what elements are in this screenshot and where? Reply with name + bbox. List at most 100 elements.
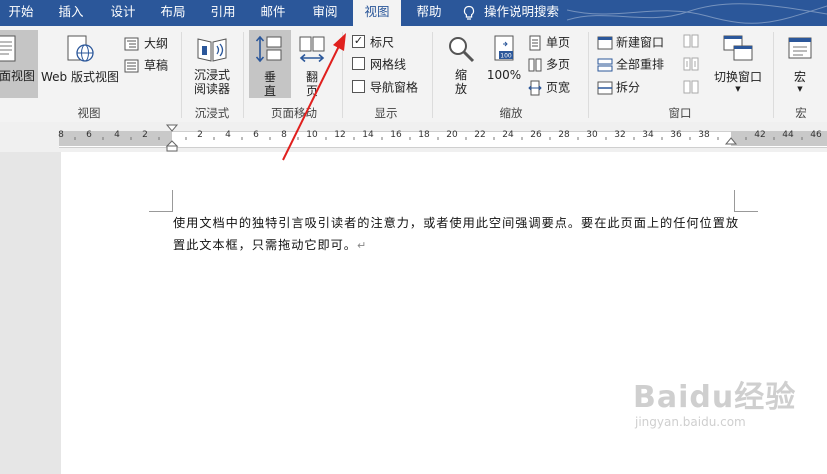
group-separator (432, 32, 433, 118)
ruler-check-icon: ✓ (352, 34, 365, 48)
document-paragraph[interactable]: 使用文档中的独特引言吸引读者的注意力，或者使用此空间强调要点。要在此页面上的任何… (173, 212, 739, 257)
ribbon-tab-bar: 开始 插入 设计 布局 引用 邮件 审阅 视图 帮助 操作说明搜索 (0, 0, 827, 26)
outline-icon (124, 37, 139, 50)
views-group-label: 视图 (77, 106, 101, 120)
ruler-label: 标尺 (370, 35, 395, 50)
ruler-ticks (74, 137, 803, 140)
immersive-reader-button[interactable]: 沉浸式 阅读器 (186, 30, 238, 98)
tab-layout[interactable]: 布局 (150, 0, 196, 26)
switch-windows-button[interactable]: 切换窗口 ▼ (708, 30, 768, 98)
margin-corner-mark (172, 190, 173, 212)
nav-pane-checkbox[interactable]: 导航窗格 (352, 78, 418, 96)
web-layout-label: Web 版式视图 (41, 70, 119, 84)
web-layout-button[interactable]: Web 版式视图 (40, 30, 120, 98)
switch-windows-icon (723, 35, 753, 61)
ruler-checkbox[interactable]: ✓ 标尺 (352, 33, 394, 51)
group-separator (773, 32, 774, 118)
draft-label: 草稿 (144, 58, 169, 73)
baidu-watermark: Baidu经验 jingyan.baidu.com (633, 380, 797, 430)
vertical-label-2: 直 (263, 84, 276, 98)
gridlines-label: 网格线 (370, 57, 407, 72)
web-layout-icon (67, 35, 94, 62)
macros-button[interactable]: 宏 ▼ (780, 30, 820, 98)
window-group-label: 窗口 (668, 106, 692, 120)
tab-design[interactable]: 设计 (100, 0, 146, 26)
group-separator (243, 32, 244, 118)
watermark-url: jingyan.baidu.com (635, 415, 746, 429)
zoom-group-label: 缩放 (499, 106, 523, 120)
new-window-icon (597, 36, 613, 49)
vertical-scroll-icon (255, 35, 282, 63)
side-to-side-label-2: 页 (305, 84, 318, 98)
switch-windows-label: 切换窗口 (713, 70, 762, 84)
macros-label: 宏 (793, 70, 806, 84)
new-window-button[interactable]: 新建窗口 (597, 33, 664, 51)
read-mode-icon (0, 35, 16, 62)
chevron-down-icon: ▼ (735, 85, 741, 93)
margin-corner-mark (149, 211, 173, 212)
arrange-all-label: 全部重排 (616, 57, 665, 72)
one-page-button[interactable]: 单页 (528, 33, 570, 51)
side-to-side-label-1: 翻 (305, 70, 318, 84)
tab-review[interactable]: 审阅 (302, 0, 348, 26)
outline-label: 大纲 (144, 36, 169, 51)
page-width-label: 页宽 (546, 80, 571, 95)
draft-button[interactable]: 草稿 (124, 56, 168, 74)
split-button[interactable]: 拆分 (597, 78, 640, 96)
multiple-pages-label: 多页 (546, 57, 571, 72)
tab-home[interactable]: 开始 (0, 0, 42, 26)
group-separator (588, 32, 589, 118)
magnifier-icon (449, 37, 475, 63)
zoom-label-2: 放 (454, 82, 467, 96)
vertical-button[interactable]: 垂 直 (249, 30, 291, 98)
watermark-brand: Baidu经验 (633, 380, 797, 415)
first-line-indent-marker[interactable] (165, 124, 179, 152)
right-indent-marker[interactable] (724, 136, 738, 148)
zoom-label-1: 缩 (454, 68, 467, 82)
paragraph-mark: ↵ (356, 239, 368, 252)
outline-button[interactable]: 大纲 (124, 34, 168, 52)
nav-pane-check-icon (352, 80, 365, 93)
horizontal-ruler[interactable]: 8 6 4 2 2 4 6 8 10 12 14 16 18 20 22 24 … (0, 122, 827, 152)
zoom-100-button[interactable]: 100 100% (484, 30, 524, 98)
tab-references[interactable]: 引用 (200, 0, 246, 26)
split-icon (597, 81, 613, 94)
synchronous-scrolling-icon[interactable] (683, 57, 699, 71)
vertical-label-1: 垂 (263, 70, 276, 84)
multiple-pages-button[interactable]: 多页 (528, 55, 570, 73)
arrange-all-button[interactable]: 全部重排 (597, 55, 664, 73)
immersive-group-label: 沉浸式 (194, 106, 230, 120)
page-width-icon (528, 80, 542, 95)
side-to-side-button[interactable]: 翻 页 (294, 30, 330, 98)
gridlines-checkbox[interactable]: 网格线 (352, 55, 406, 73)
show-group-label: 显示 (374, 106, 398, 120)
tab-insert[interactable]: 插入 (48, 0, 94, 26)
page-width-button[interactable]: 页宽 (528, 78, 570, 96)
tab-help[interactable]: 帮助 (406, 0, 452, 26)
zoom-button[interactable]: 缩 放 (440, 30, 482, 98)
group-separator (181, 32, 182, 118)
tell-me-search[interactable]: 操作说明搜索 (462, 0, 580, 26)
lightbulb-icon (463, 5, 475, 20)
nav-pane-label: 导航窗格 (370, 80, 419, 95)
tab-view[interactable]: 视图 (353, 0, 401, 26)
immersive-reader-icon (197, 38, 227, 62)
tell-me-label: 操作说明搜索 (484, 4, 560, 19)
chevron-down-icon: ▼ (797, 85, 803, 93)
macros-icon (788, 37, 812, 59)
new-window-label: 新建窗口 (616, 35, 665, 50)
read-mode-button[interactable]: 面视图 (0, 30, 38, 98)
title-bar-pattern (567, 3, 827, 24)
view-side-by-side-icon[interactable] (683, 34, 699, 48)
zoom-100-icon: 100 (494, 35, 514, 61)
multiple-pages-icon (528, 58, 542, 71)
margin-corner-mark (734, 190, 735, 212)
immersive-reader-label-1: 沉浸式 (193, 68, 230, 82)
tab-mailings[interactable]: 邮件 (250, 0, 296, 26)
reset-window-position-icon[interactable] (683, 80, 699, 94)
macros-group-label: 宏 (795, 106, 807, 120)
group-separator (342, 32, 343, 118)
svg-text:100: 100 (500, 53, 512, 60)
one-page-icon (529, 35, 541, 50)
immersive-reader-label-2: 阅读器 (193, 82, 230, 96)
